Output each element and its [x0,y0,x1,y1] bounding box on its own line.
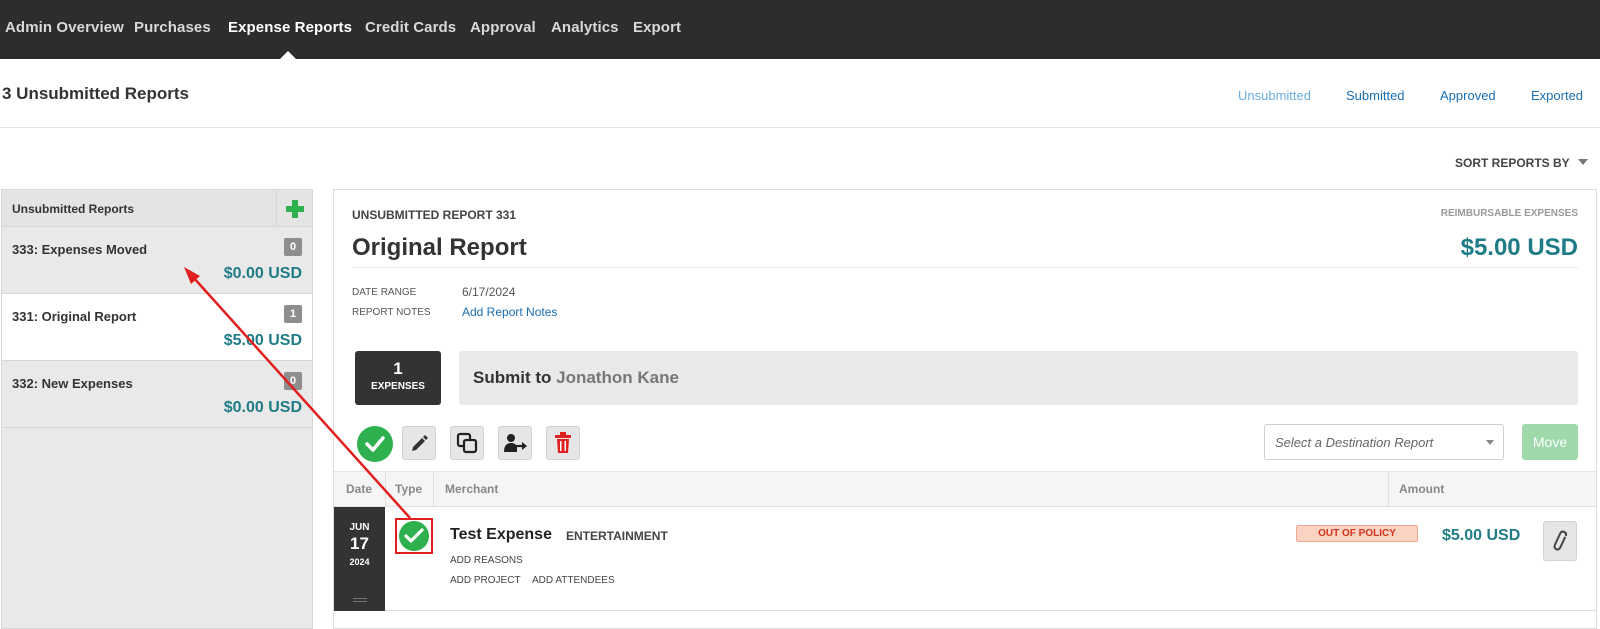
nav-expense-reports[interactable]: Expense Reports [228,19,352,36]
expense-count-label: EXPENSES [371,381,425,392]
report-item-count-badge: 1 [284,305,302,323]
sidebar-header: Unsubmitted Reports [2,190,312,227]
report-item-count-badge: 0 [284,238,302,256]
report-item-amount: $0.00 USD [223,265,302,282]
nav-approval[interactable]: Approval [470,19,536,36]
column-divider [1388,472,1389,508]
add-reasons-link[interactable]: ADD REASONS [450,555,523,566]
report-item-amount: $5.00 USD [223,332,302,349]
column-divider [385,472,386,508]
top-navigation: Admin Overview Purchases Expense Reports… [0,0,1600,59]
duplicate-expense-button[interactable] [450,426,484,460]
nav-export[interactable]: Export [633,19,681,36]
report-item-amount: $0.00 USD [223,399,302,416]
nav-admin-overview[interactable]: Admin Overview [5,19,124,36]
edit-expense-button[interactable] [402,426,436,460]
expense-year: 2024 [349,557,370,567]
nav-credit-cards[interactable]: Credit Cards [365,19,456,36]
date-range-value: 6/17/2024 [462,285,516,299]
report-detail-panel: UNSUBMITTED REPORT 331 REIMBURSABLE EXPE… [333,189,1597,629]
submit-approver: Jonathon Kane [556,368,679,387]
destination-report-select[interactable]: Select a Destination Report [1264,424,1504,460]
expense-select-checkbox[interactable] [395,518,433,554]
expense-amount: $5.00 USD [1442,527,1521,544]
report-list-item-333[interactable]: 333: Expenses Moved 0 $0.00 USD [2,227,312,294]
tab-submitted[interactable]: Submitted [1346,88,1405,103]
check-icon [365,436,385,452]
expense-table-header: Date Type Merchant Amount [334,471,1596,508]
sort-reports-dropdown[interactable]: SORT REPORTS BY [1455,156,1588,170]
title-divider [352,267,1578,268]
report-item-name: 331: Original Report [12,309,137,324]
nav-purchases[interactable]: Purchases [134,19,211,36]
check-icon [399,521,429,551]
expense-count-box: 1 EXPENSES [355,351,441,405]
report-number-label: UNSUBMITTED REPORT 331 [352,208,517,222]
date-range-label: DATE RANGE [352,287,417,298]
active-nav-caret [280,51,296,59]
sort-reports-label: SORT REPORTS BY [1455,156,1570,170]
add-project-link[interactable]: ADD PROJECT [450,575,521,586]
report-item-name: 332: New Expenses [12,376,133,391]
report-item-count-badge: 0 [284,372,302,390]
reimbursable-label: REIMBURSABLE EXPENSES [1440,208,1578,219]
report-sidebar: Unsubmitted Reports 333: Expenses Moved … [1,189,313,629]
add-report-notes-link[interactable]: Add Report Notes [462,305,557,319]
reassign-icon [504,434,527,452]
report-total: $5.00 USD [1460,234,1578,261]
submit-report-button[interactable]: Submit to Jonathon Kane [459,351,1578,405]
drag-handle-icon[interactable] [353,598,367,602]
destination-report-placeholder: Select a Destination Report [1275,435,1434,450]
paperclip-icon [1553,530,1568,551]
move-button[interactable]: Move [1522,424,1578,460]
header-divider [0,127,1600,128]
chevron-down-icon [1577,159,1588,165]
report-title: Original Report [352,234,527,261]
expense-day: 17 [350,534,369,553]
expense-month: JUN [349,522,370,533]
page-title: 3 Unsubmitted Reports [2,84,190,103]
select-all-checkbox[interactable] [357,426,393,462]
plus-icon [285,199,304,218]
pencil-icon [412,435,428,451]
reassign-expense-button[interactable] [498,426,532,460]
report-list-item-332[interactable]: 332: New Expenses 0 $0.00 USD [2,361,312,428]
expense-category: ENTERTAINMENT [566,529,668,543]
submit-prefix: Submit to [473,368,552,387]
expense-date-block: JUN 17 2024 [334,507,385,611]
trash-icon [555,432,571,453]
attach-receipt-button[interactable] [1543,521,1577,561]
duplicate-icon [456,432,478,454]
sidebar-heading: Unsubmitted Reports [12,202,135,216]
tab-unsubmitted[interactable]: Unsubmitted [1238,88,1311,103]
tab-exported[interactable]: Exported [1531,88,1583,103]
report-list-item-331[interactable]: 331: Original Report 1 $5.00 USD [2,294,312,361]
add-attendees-link[interactable]: ADD ATTENDEES [532,575,615,586]
add-report-button[interactable] [276,190,312,227]
expense-merchant[interactable]: Test Expense [450,526,552,544]
chevron-down-icon [1486,440,1494,445]
column-divider [433,472,434,508]
tab-approved[interactable]: Approved [1440,88,1496,103]
report-notes-label: REPORT NOTES [352,307,431,318]
report-item-name: 333: Expenses Moved [12,242,148,257]
expense-count: 1 [393,359,403,378]
table-row[interactable]: JUN 17 2024 Test Expense ENTERTAINMENT A… [334,507,1596,611]
nav-analytics[interactable]: Analytics [551,19,619,36]
out-of-policy-badge: OUT OF POLICY [1296,525,1418,542]
delete-expense-button[interactable] [546,426,580,460]
